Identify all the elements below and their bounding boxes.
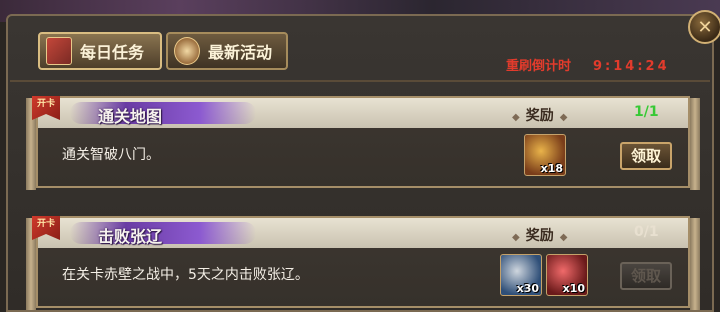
scroll-icon [46, 37, 72, 65]
tab-latest-events[interactable]: 最新活动 [166, 32, 288, 70]
task-card: 开卡 击败张辽 ◆ 奖励 ◆ 0/1 在关卡赤壁之战中，5天之内击败张辽。 x30 … [26, 216, 700, 310]
reward-quantity: x10 [562, 282, 585, 295]
divider [10, 80, 710, 82]
task-description: 通关智破八门。 [62, 147, 160, 163]
task-progress: 1/1 [634, 104, 659, 120]
reward-quantity: x18 [540, 162, 563, 175]
close-icon: ✕ [697, 16, 713, 38]
bullet-icon: ◆ [559, 232, 568, 243]
close-button[interactable]: ✕ [688, 10, 720, 44]
reward-label-text: 奖励 [525, 228, 554, 244]
refresh-countdown: 重刷倒计时 9:14:24 [506, 55, 670, 74]
tab-label: 最新活动 [208, 43, 273, 62]
task-title: 通关地图 [98, 107, 163, 126]
event-icon [174, 37, 200, 65]
reward-label: ◆ 奖励 ◆ [506, 225, 573, 245]
reward-label: ◆ 奖励 ◆ [506, 105, 573, 125]
task-card: 开卡 通关地图 ◆ 奖励 ◆ 1/1 通关智破八门。 x18 领取 [26, 96, 700, 190]
tab-label: 每日任务 [80, 43, 145, 62]
bullet-icon: ◆ [559, 112, 568, 123]
reward-item[interactable]: x30 [500, 254, 542, 296]
reward-item[interactable]: x10 [546, 254, 588, 296]
countdown-time: 9:14:24 [593, 59, 670, 74]
countdown-label: 重刷倒计时 [506, 59, 572, 74]
task-description: 在关卡赤壁之战中，5天之内击败张辽。 [62, 267, 309, 283]
task-title: 击败张辽 [98, 227, 163, 246]
tab-daily-tasks[interactable]: 每日任务 [38, 32, 162, 70]
card-edge-right [690, 98, 700, 190]
claim-button[interactable]: 领取 [620, 262, 672, 290]
reward-quantity: x30 [516, 282, 539, 295]
reward-item[interactable]: x18 [524, 134, 566, 176]
bullet-icon: ◆ [512, 112, 520, 123]
bullet-icon: ◆ [512, 232, 520, 243]
claim-button[interactable]: 领取 [620, 142, 672, 170]
task-progress: 0/1 [634, 224, 659, 240]
card-edge-right [690, 218, 700, 310]
reward-label-text: 奖励 [525, 108, 554, 124]
